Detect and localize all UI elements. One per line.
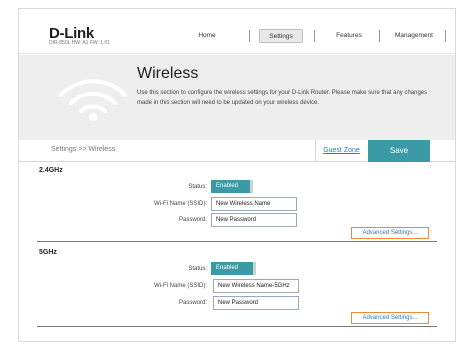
breadcrumb: Settings >> Wireless (51, 146, 116, 153)
status-label: Status: (188, 266, 207, 272)
status-label: Status: (188, 184, 207, 190)
ssid-label: Wi-Fi Name (SSID): (154, 283, 207, 289)
band-title-5ghz: 5GHz (39, 249, 57, 256)
status-toggle-5ghz[interactable]: Enabled (211, 262, 256, 275)
header: D-Link DIR-850L HW: A1 FW: 1.01 Home Set… (19, 9, 455, 54)
ssid-input-5ghz[interactable]: New Wireless Name-5GHz (213, 279, 299, 293)
save-button[interactable]: Save (368, 140, 430, 162)
nav-divider (445, 30, 446, 42)
ssid-label: Wi-Fi Name (SSID): (154, 201, 207, 207)
nav-divider (379, 30, 380, 42)
page-description: Use this section to configure the wirele… (137, 90, 428, 106)
page-banner: Wireless Use this section to configure t… (19, 55, 455, 140)
ssid-input-2-4ghz[interactable]: New Wireless Name (211, 197, 297, 211)
password-label: Password: (178, 300, 207, 306)
nav-home[interactable]: Home (189, 29, 225, 43)
guest-zone-link[interactable]: Guest Zone (315, 140, 367, 162)
router-window: D-Link DIR-850L HW: A1 FW: 1.01 Home Set… (18, 8, 456, 342)
section-divider (37, 241, 437, 242)
page-title: Wireless (137, 65, 199, 82)
password-label: Password: (178, 217, 207, 223)
advanced-settings-link-5ghz[interactable]: Advanced Settings... (351, 312, 429, 324)
breadcrumb-bar: Settings >> Wireless Guest Zone Save (19, 140, 455, 162)
nav-divider (314, 30, 315, 42)
section-divider (37, 326, 437, 327)
advanced-settings-link-2-4ghz[interactable]: Advanced Settings... (351, 227, 429, 239)
nav-divider (249, 30, 250, 42)
wifi-icon (59, 79, 127, 121)
nav-management[interactable]: Management (387, 29, 441, 43)
password-input-2-4ghz[interactable]: New Password (211, 213, 297, 227)
band-title-2-4ghz: 2.4GHz (39, 167, 63, 174)
nav-features[interactable]: Features (329, 29, 369, 43)
status-toggle-2-4ghz[interactable]: Enabled (211, 180, 253, 193)
password-input-5ghz[interactable]: New Password (213, 296, 299, 310)
device-info: DIR-850L HW: A1 FW: 1.01 (49, 40, 111, 46)
main-nav: Home Settings Features Management (171, 29, 447, 43)
nav-settings[interactable]: Settings (259, 29, 303, 43)
